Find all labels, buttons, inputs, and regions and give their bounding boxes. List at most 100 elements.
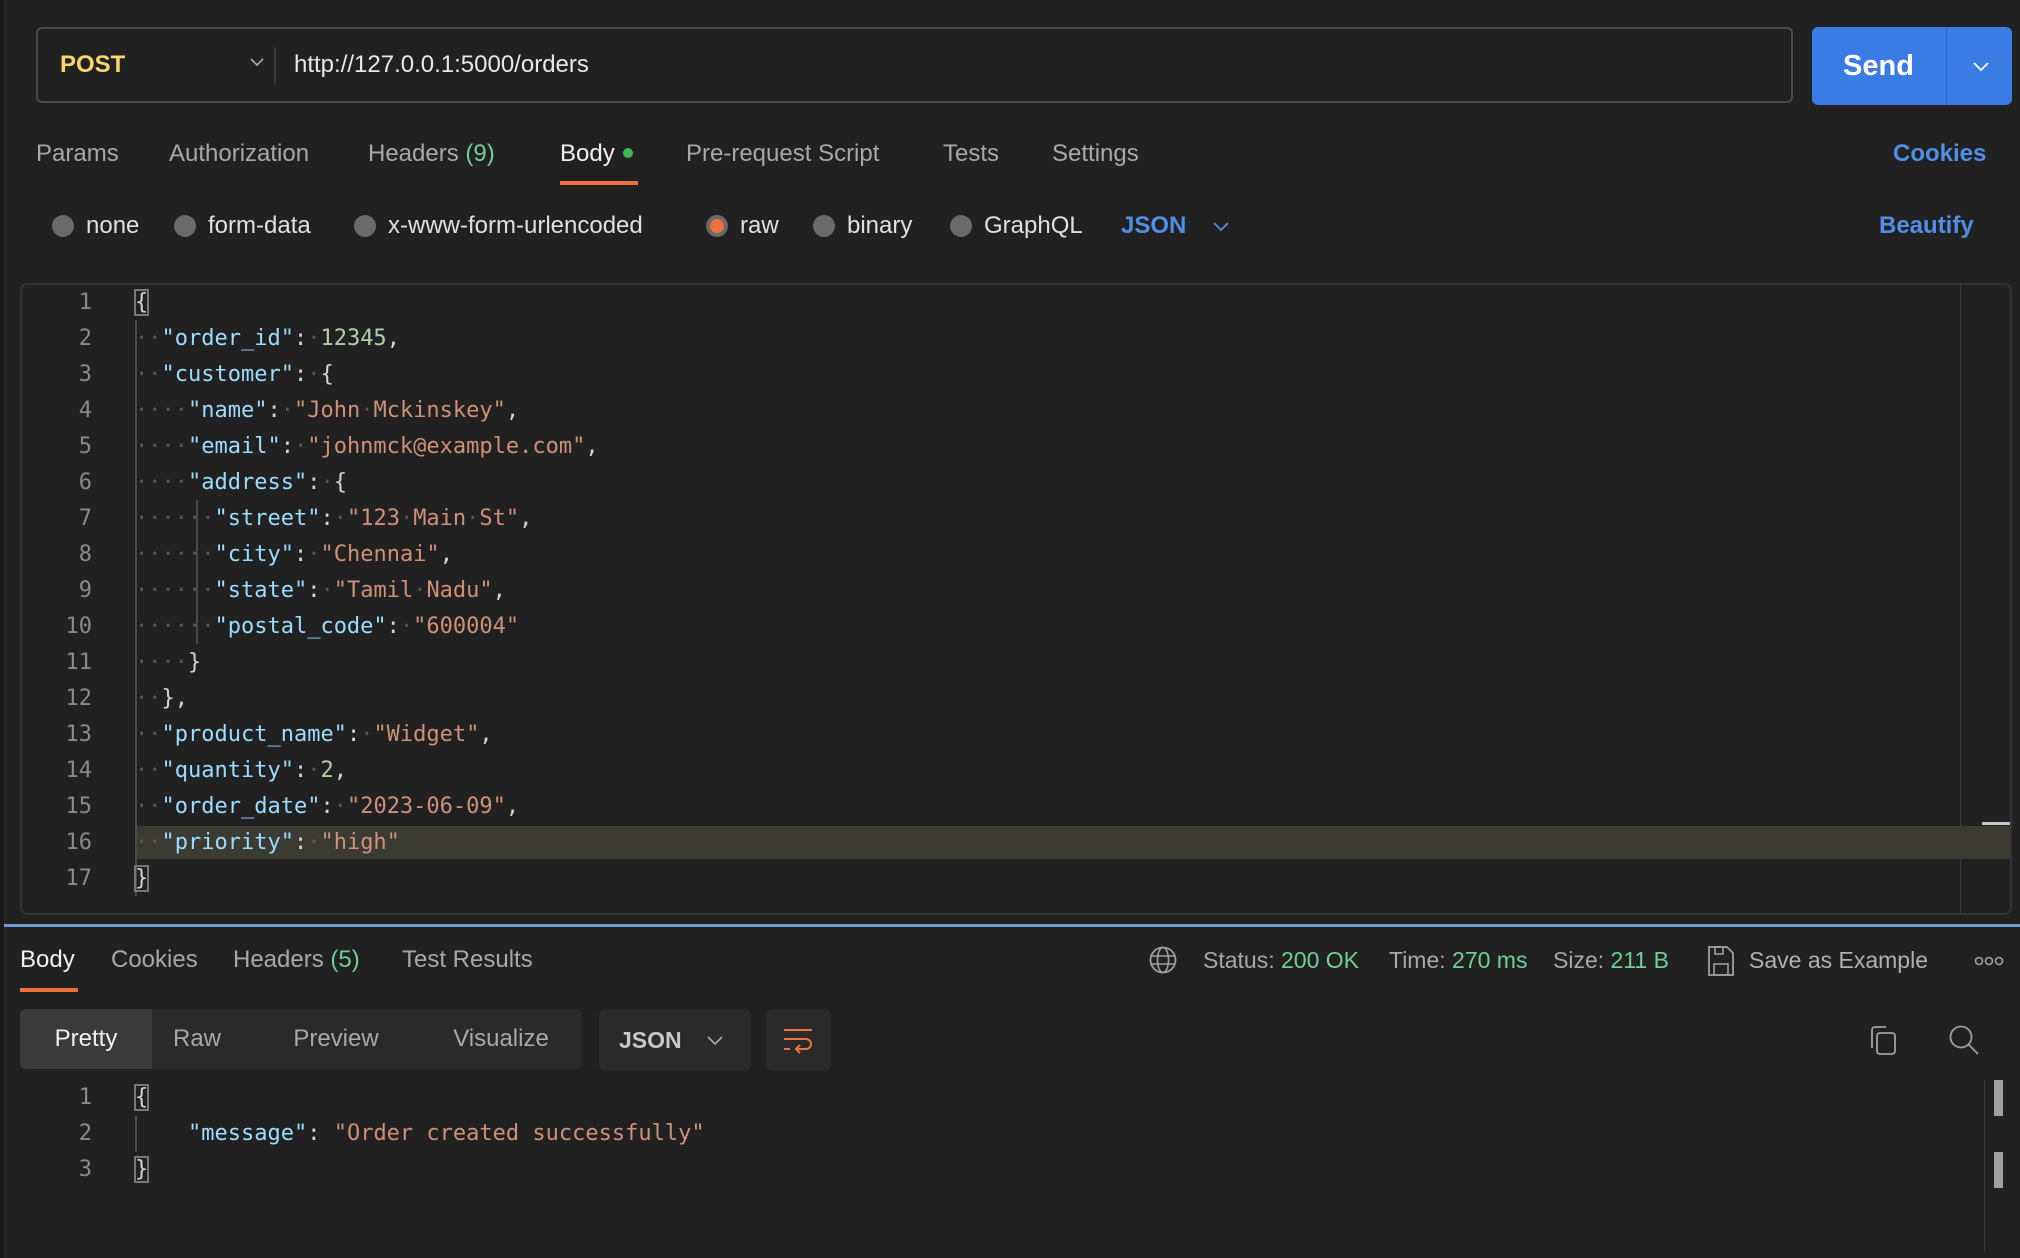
tab-label: Pre-request Script	[686, 140, 880, 167]
line-number: 1	[78, 1085, 92, 1110]
tab-label: Settings	[1052, 140, 1139, 167]
code-line[interactable]: ····"name":·"John·Mckinskey",	[135, 393, 519, 429]
tab-settings[interactable]: Settings	[1052, 134, 1139, 174]
line-number: 7	[78, 506, 92, 531]
save-as-example-button[interactable]: Save as Example	[1749, 940, 1928, 980]
code-line[interactable]: ······"city":·"Chennai",	[135, 537, 453, 573]
radio-button[interactable]	[52, 215, 74, 237]
response-format-label: JSON	[619, 1027, 682, 1053]
response-format-select[interactable]: JSON	[599, 1009, 751, 1071]
code-line[interactable]: ··"priority":·"high"	[135, 825, 400, 861]
response-tab-test-results[interactable]: Test Results	[402, 940, 533, 980]
line-number: 16	[65, 830, 93, 855]
code-line[interactable]: {	[133, 285, 150, 321]
beautify-link[interactable]: Beautify	[1879, 208, 1974, 244]
radio-graphql[interactable]: GraphQL	[950, 208, 1083, 244]
code-line[interactable]: ··"order_id":·12345,	[135, 321, 400, 357]
response-status: Status: 200 OK	[1203, 940, 1359, 980]
code-line[interactable]: ····"address":·{	[135, 465, 347, 501]
chevron-down-icon[interactable]	[250, 55, 264, 69]
view-mode-raw[interactable]: Raw	[152, 1009, 242, 1069]
radio-button[interactable]	[950, 215, 972, 237]
response-time: Time: 270 ms	[1389, 940, 1527, 980]
code-line[interactable]: ··},	[135, 681, 188, 717]
response-size: Size: 211 B	[1553, 940, 1669, 980]
editor-scrollbar-thumb[interactable]	[1982, 822, 2010, 825]
radio-x-www-form-urlencoded[interactable]: x-www-form-urlencoded	[354, 208, 643, 244]
globe-icon[interactable]	[1148, 945, 1178, 975]
code-line[interactable]: ··"customer":·{	[135, 357, 334, 393]
tab-pre-request-script[interactable]: Pre-request Script	[686, 134, 879, 174]
body-format-label: JSON	[1121, 212, 1187, 239]
response-scrollbar-marker	[1994, 1152, 2003, 1188]
radio-binary[interactable]: binary	[813, 208, 912, 244]
code-line[interactable]: }	[133, 1152, 150, 1188]
line-number: 8	[78, 542, 92, 567]
more-options-icon[interactable]	[1974, 955, 2004, 967]
line-number: 1	[78, 290, 92, 315]
code-line[interactable]: ······"state":·"Tamil·Nadu",	[135, 573, 506, 609]
active-tab-underline	[560, 181, 638, 185]
tab-params[interactable]: Params	[36, 134, 119, 174]
view-mode-preview[interactable]: Preview	[282, 1009, 390, 1069]
radio-button-selected[interactable]	[706, 215, 728, 237]
save-icon[interactable]	[1707, 945, 1735, 977]
radio-form-data[interactable]: form-data	[174, 208, 311, 244]
radio-button[interactable]	[354, 215, 376, 237]
pane-divider[interactable]	[4, 924, 2020, 927]
headers-count: (9)	[465, 140, 495, 167]
tab-headers[interactable]: Headers (9)	[368, 134, 495, 174]
line-number: 17	[65, 866, 93, 891]
line-number: 6	[78, 470, 92, 495]
code-line[interactable]: ··"quantity":·2,	[135, 753, 347, 789]
method-select[interactable]: POST	[60, 29, 125, 101]
response-scrollbar-track[interactable]	[1984, 1080, 1985, 1252]
word-wrap-button[interactable]	[766, 1009, 831, 1071]
code-line[interactable]: ····"email":·"johnmck@example.com",	[135, 429, 599, 465]
active-response-tab-underline	[20, 988, 78, 992]
response-tab-cookies[interactable]: Cookies	[111, 940, 198, 980]
code-line[interactable]: ····}	[135, 645, 201, 681]
response-tab-headers[interactable]: Headers (5)	[233, 940, 360, 980]
radio-label: GraphQL	[984, 212, 1083, 239]
response-tab-body[interactable]: Body	[20, 940, 75, 980]
code-line[interactable]: }	[133, 861, 150, 897]
url-input[interactable]: http://127.0.0.1:5000/orders	[294, 29, 589, 101]
tab-tests[interactable]: Tests	[943, 134, 999, 174]
code-line[interactable]: ······"postal_code":·"600004"	[135, 609, 519, 645]
line-number: 12	[65, 686, 93, 711]
time-value[interactable]: 270 ms	[1452, 947, 1527, 973]
line-number: 3	[78, 362, 92, 387]
line-number: 9	[78, 578, 92, 603]
body-format-select[interactable]: JSON	[1121, 208, 1186, 244]
code-line[interactable]: {	[133, 1080, 150, 1116]
tab-authorization[interactable]: Authorization	[169, 134, 309, 174]
word-wrap-icon	[784, 1029, 812, 1054]
body-indicator-dot	[622, 147, 633, 158]
search-icon[interactable]	[1948, 1024, 1980, 1056]
send-separator	[1946, 27, 1947, 105]
code-line[interactable]: ··"order_date":·"2023-06-09",	[135, 789, 519, 825]
response-scrollbar-thumb[interactable]	[1994, 1080, 2003, 1116]
chevron-down-icon[interactable]	[1213, 220, 1229, 234]
headers-count: (5)	[330, 946, 360, 973]
copy-icon[interactable]	[1868, 1024, 1898, 1056]
code-line[interactable]: ··"product_name":·"Widget",	[135, 717, 493, 753]
size-value[interactable]: 211 B	[1611, 947, 1669, 973]
radio-button[interactable]	[813, 215, 835, 237]
radio-none[interactable]: none	[52, 208, 139, 244]
code-line[interactable]: ······"street":·"123·Main·St",	[135, 501, 532, 537]
radio-raw[interactable]: raw	[706, 208, 779, 244]
code-line[interactable]: "message": "Order created successfully"	[135, 1116, 705, 1152]
radio-button[interactable]	[174, 215, 196, 237]
view-mode-pretty[interactable]: Pretty	[20, 1009, 152, 1069]
view-mode-visualize[interactable]: Visualize	[440, 1009, 562, 1069]
tab-body[interactable]: Body	[560, 134, 633, 174]
chevron-down-icon[interactable]	[1972, 57, 1990, 75]
status-value[interactable]: 200 OK	[1281, 947, 1359, 973]
cookies-link[interactable]: Cookies	[1893, 134, 1986, 174]
tab-label: Test Results	[402, 946, 533, 973]
editor-scrollbar-track[interactable]	[1960, 283, 1961, 915]
send-button[interactable]: Send	[1812, 27, 1945, 105]
radio-label: binary	[847, 212, 913, 239]
